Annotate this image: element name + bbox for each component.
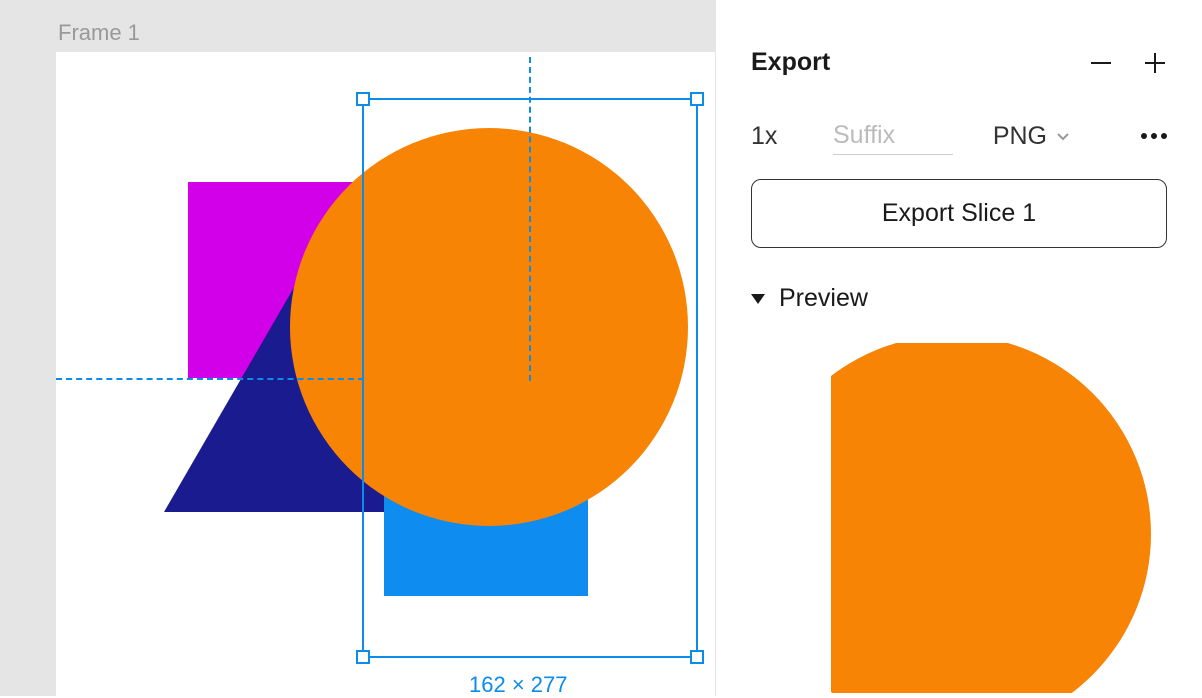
dot-icon: [1151, 133, 1157, 139]
panel-actions: [1089, 51, 1167, 75]
chevron-down-icon: [1055, 128, 1071, 144]
export-panel: Export 1x PNG Export Slice 1 Preview: [715, 0, 1202, 696]
triangle-down-icon: [751, 292, 765, 306]
preview-label: Preview: [779, 284, 868, 313]
preview-area: [831, 343, 1167, 693]
export-settings-row: 1x PNG: [751, 97, 1167, 179]
remove-export-button[interactable]: [1089, 51, 1113, 75]
scale-select[interactable]: 1x: [751, 122, 803, 151]
format-select[interactable]: PNG: [993, 122, 1071, 151]
panel-header: Export: [751, 0, 1167, 97]
minus-icon: [1089, 51, 1113, 75]
plus-icon: [1143, 51, 1167, 75]
frame-label[interactable]: Frame 1: [58, 20, 140, 46]
alignment-guide-vertical: [529, 57, 531, 381]
shape-circle-orange[interactable]: [290, 128, 688, 526]
preview-toggle[interactable]: Preview: [751, 284, 1167, 313]
export-options-button[interactable]: [1141, 133, 1167, 139]
alignment-guide-horizontal: [56, 378, 364, 380]
format-value: PNG: [993, 122, 1047, 151]
dot-icon: [1141, 133, 1147, 139]
panel-title: Export: [751, 48, 830, 77]
dot-icon: [1161, 133, 1167, 139]
canvas-area[interactable]: Frame 1 162 × 277: [0, 0, 715, 696]
suffix-input[interactable]: [833, 117, 953, 155]
preview-shape-circle-orange: [831, 343, 1151, 693]
selection-dimensions: 162 × 277: [469, 672, 567, 698]
export-button[interactable]: Export Slice 1: [751, 179, 1167, 248]
add-export-button[interactable]: [1143, 51, 1167, 75]
